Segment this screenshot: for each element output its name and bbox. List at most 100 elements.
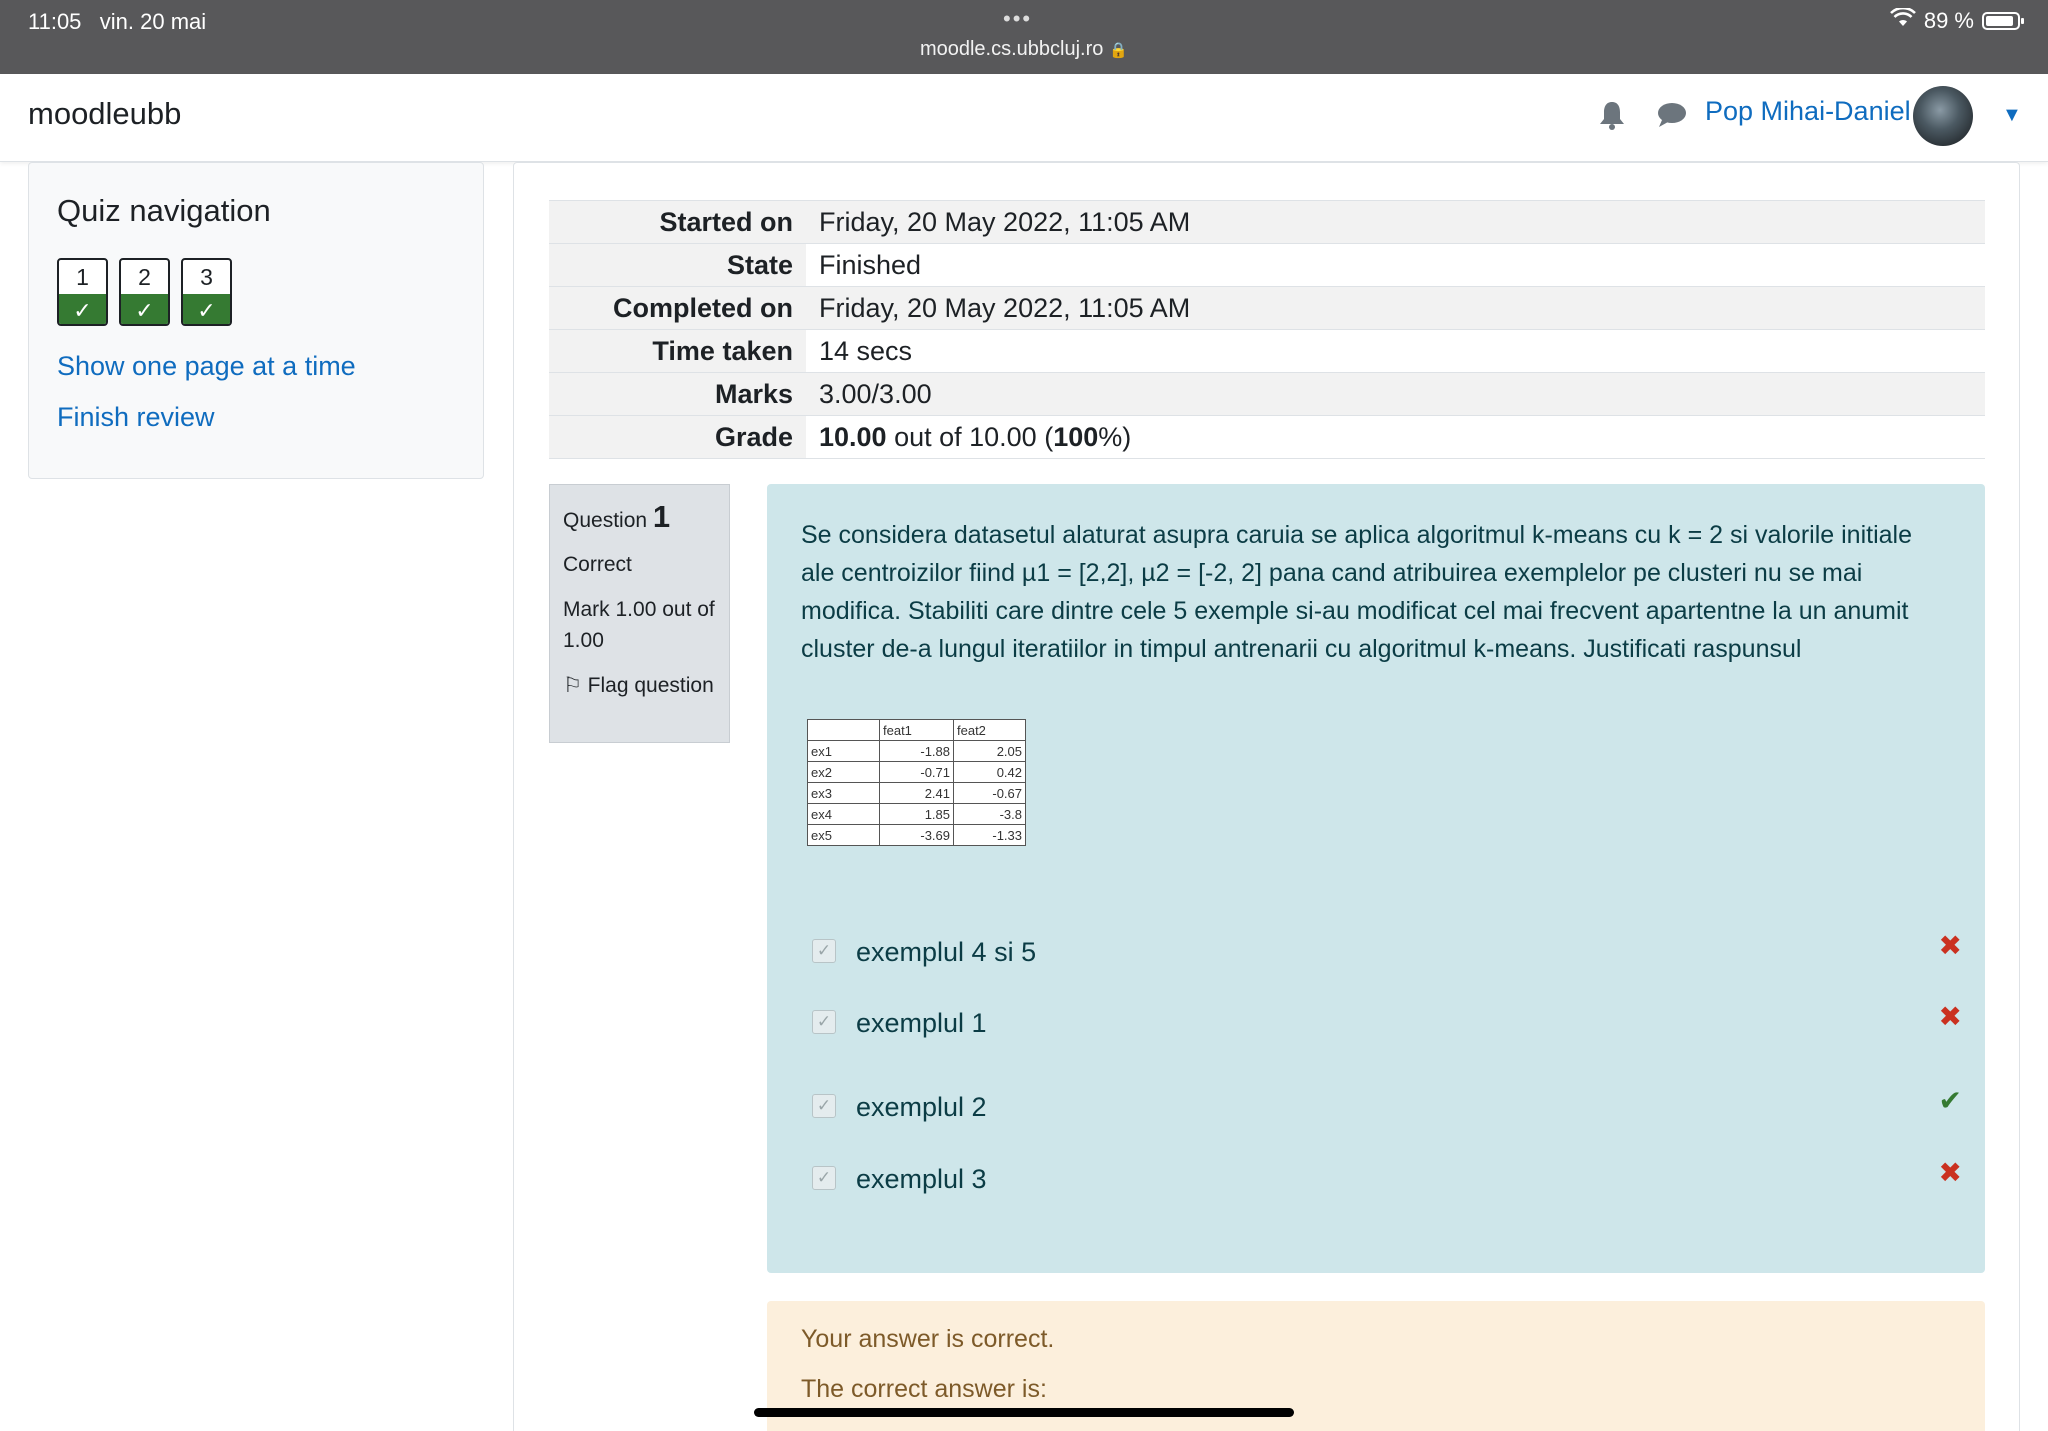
grade-value: 10.00 out of 10.00 (100%)	[819, 422, 1132, 452]
quiz-nav-button-3[interactable]: 3 ✓	[181, 258, 232, 326]
summary-value: Friday, 20 May 2022, 11:05 AM	[819, 293, 1191, 323]
summary-row: Completed on Friday, 20 May 2022, 11:05 …	[549, 287, 1985, 330]
question-mark: Mark 1.00 out of 1.00	[563, 598, 715, 652]
summary-row: State Finished	[549, 244, 1985, 287]
table-row: ex5 -3.69 -1.33	[807, 824, 1026, 846]
quiz-nav-button-1[interactable]: 1 ✓	[57, 258, 108, 326]
answer-label: exemplul 2	[856, 1092, 987, 1122]
summary-label: Grade	[549, 416, 806, 458]
table-row: ex2 -0.71 0.42	[807, 761, 1026, 783]
chevron-down-icon[interactable]: ▼	[2002, 104, 2022, 127]
battery-percent: 89 %	[1923, 8, 1974, 33]
status-bar: 11:05 vin. 20 mai ••• moodle.cs.ubbcluj.…	[0, 0, 2048, 74]
answer-label: exemplul 3	[856, 1164, 987, 1194]
table-cell: -1.33	[953, 824, 1026, 846]
check-icon: ✓	[121, 294, 168, 324]
summary-value: 14 secs	[819, 336, 913, 366]
summary-row: Time taken 14 secs	[549, 330, 1985, 373]
table-cell: 0.42	[953, 761, 1026, 783]
table-cell: ex4	[807, 803, 880, 825]
bell-icon[interactable]	[1598, 100, 1626, 138]
question-state: Correct	[563, 553, 632, 576]
correct-icon: ✔	[1938, 1085, 1962, 1116]
summary-row: Marks 3.00/3.00	[549, 373, 1985, 416]
question-text: Se considera datasetul alaturat asupra c…	[801, 521, 1912, 663]
url-text: moodle.cs.ubbcluj.ro	[919, 38, 1104, 60]
table-header: feat1	[879, 719, 954, 741]
question-formulation: Se considera datasetul alaturat asupra c…	[767, 484, 1985, 1273]
answer-option[interactable]: ✓ exemplul 3 ✖	[812, 1156, 1962, 1206]
incorrect-icon: ✖	[1938, 930, 1962, 961]
table-cell: -0.67	[953, 782, 1026, 804]
table-header: feat2	[953, 719, 1026, 741]
table-cell: -3.8	[953, 803, 1026, 825]
table-row: ex4 1.85 -3.8	[807, 803, 1026, 825]
site-brand[interactable]: moodleubb	[28, 96, 181, 132]
answer-checkbox[interactable]: ✓	[812, 939, 836, 963]
quiz-navigation-title: Quiz navigation	[57, 193, 271, 228]
table-cell: -0.71	[879, 761, 954, 783]
answer-checkbox[interactable]: ✓	[812, 1010, 836, 1034]
feedback-correct-text: Your answer is correct.	[801, 1325, 1055, 1353]
table-cell: -1.88	[879, 740, 954, 762]
review-summary-table: Started on Friday, 20 May 2022, 11:05 AM…	[549, 200, 1985, 459]
question-info: Question 1 Correct Mark 1.00 out of 1.00…	[549, 484, 730, 743]
table-row: ex1 -1.88 2.05	[807, 740, 1026, 762]
flag-icon: ⚐	[563, 674, 582, 697]
quiz-nav-number: 2	[138, 264, 151, 290]
incorrect-icon: ✖	[1938, 1157, 1962, 1188]
flag-question-label: Flag question	[587, 674, 714, 697]
summary-label: Time taken	[549, 330, 806, 372]
table-cell: 1.85	[879, 803, 954, 825]
table-cell: ex1	[807, 740, 880, 762]
flag-question-button[interactable]: ⚐ Flag question	[563, 670, 716, 701]
chat-icon[interactable]	[1656, 100, 1688, 135]
wifi-icon	[1889, 6, 1916, 34]
answer-label: exemplul 4 si 5	[856, 937, 1037, 967]
summary-row: Grade 10.00 out of 10.00 (100%)	[549, 416, 1985, 459]
quiz-nav-button-2[interactable]: 2 ✓	[119, 258, 170, 326]
summary-row: Started on Friday, 20 May 2022, 11:05 AM	[549, 201, 1985, 244]
table-cell: ex2	[807, 761, 880, 783]
answer-option[interactable]: ✓ exemplul 1 ✖	[812, 1000, 1962, 1050]
battery-icon	[1982, 12, 2024, 30]
summary-value: Finished	[819, 250, 922, 280]
table-cell: ex3	[807, 782, 880, 804]
dataset-table: feat1 feat2 ex1 -1.88 2.05 ex2 -0.71 0.4…	[807, 719, 1026, 846]
avatar[interactable]	[1913, 86, 1973, 146]
table-cell: 2.41	[879, 782, 954, 804]
navbar: moodleubb Pop Mihai-Daniel ▼	[0, 74, 2048, 162]
table-header-row: feat1 feat2	[807, 719, 1026, 741]
incorrect-icon: ✖	[1938, 1001, 1962, 1032]
summary-value: Friday, 20 May 2022, 11:05 AM	[819, 207, 1191, 237]
table-row: ex3 2.41 -0.67	[807, 782, 1026, 804]
answer-checkbox[interactable]: ✓	[812, 1094, 836, 1118]
address-bar[interactable]: moodle.cs.ubbcluj.ro 🔒	[0, 38, 2048, 61]
user-name-link[interactable]: Pop Mihai-Daniel	[1705, 96, 1911, 127]
table-cell: 2.05	[953, 740, 1026, 762]
summary-value: 3.00/3.00	[819, 379, 932, 409]
quiz-navigation-block: Quiz navigation 1 ✓ 2 ✓ 3 ✓ Show one pag…	[28, 162, 484, 479]
correct-answer-heading: The correct answer is:	[801, 1375, 1047, 1403]
table-header	[807, 719, 880, 741]
table-cell: ex5	[807, 824, 880, 846]
quiz-nav-number: 1	[76, 264, 89, 290]
status-right: 89 %	[1889, 6, 2024, 34]
summary-label: Marks	[549, 373, 806, 415]
answer-option[interactable]: ✓ exemplul 4 si 5 ✖	[812, 929, 1962, 979]
check-icon: ✓	[59, 294, 106, 324]
finish-review-link[interactable]: Finish review	[57, 402, 215, 433]
answer-checkbox[interactable]: ✓	[812, 1166, 836, 1190]
check-icon: ✓	[183, 294, 230, 324]
home-indicator[interactable]	[754, 1408, 1294, 1417]
lock-icon: 🔒	[1109, 42, 1129, 59]
tab-dots-icon[interactable]: •••	[1003, 6, 1032, 32]
show-one-page-link[interactable]: Show one page at a time	[57, 351, 356, 382]
status-time: 11:05 vin. 20 mai	[28, 9, 207, 34]
question-number: Question 1	[563, 499, 671, 534]
quiz-nav-number: 3	[200, 264, 213, 290]
table-cell: -3.69	[879, 824, 954, 846]
quiz-nav-buttons: 1 ✓ 2 ✓ 3 ✓	[57, 258, 232, 326]
answer-option[interactable]: ✓ exemplul 2 ✔	[812, 1084, 1962, 1134]
answer-label: exemplul 1	[856, 1008, 987, 1038]
